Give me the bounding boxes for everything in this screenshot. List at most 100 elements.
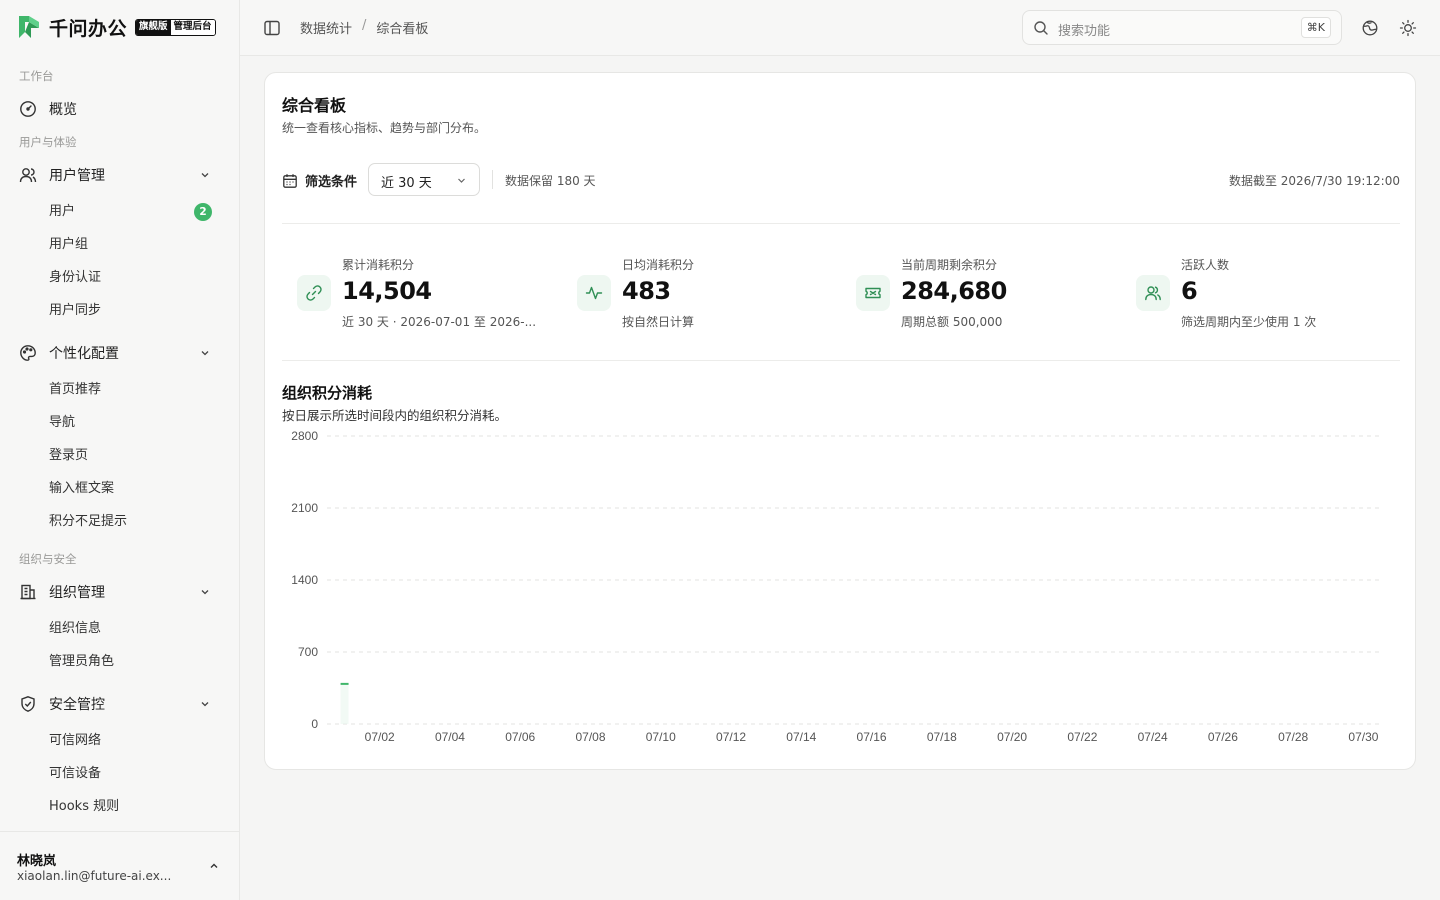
chevron-down-icon: [201, 173, 209, 178]
sidebar-item-user-sync[interactable]: 用户同步: [49, 301, 101, 321]
sidebar-item-label: 概览: [49, 102, 77, 118]
stat-icon-box: [577, 275, 611, 311]
edition-badge: 旗舰版 管理后台: [135, 18, 216, 36]
link-icon: [306, 285, 322, 301]
sidebar-item-credit-warning[interactable]: 积分不足提示: [49, 512, 127, 532]
y-tick-label: 0: [311, 717, 318, 731]
chart-bar: [340, 683, 349, 724]
x-tick-label: 07/22: [1067, 730, 1097, 744]
x-tick-label: 07/04: [435, 730, 465, 744]
sidebar-item-overview[interactable]: 概览: [19, 97, 215, 121]
sidebar-item-trusted-network[interactable]: 可信网络: [49, 731, 101, 751]
x-tick-label: 07/20: [997, 730, 1027, 744]
chevron-down-icon: [201, 702, 209, 707]
sidebar-group-user-management[interactable]: 用户管理: [19, 163, 215, 187]
activity-icon: [585, 286, 603, 300]
sidebar-item-identity-auth[interactable]: 身份认证: [49, 268, 101, 288]
chevron-down-icon: [458, 178, 465, 183]
sidebar-group-label: 用户管理: [49, 168, 105, 184]
stat-value: 483: [622, 277, 671, 305]
stat-label: 当前周期剩余积分: [901, 258, 998, 272]
breadcrumb-item-stats[interactable]: 数据统计: [300, 18, 352, 37]
stat-value: 284,680: [901, 277, 1007, 305]
search-input[interactable]: 搜索功能 ⌘K: [1022, 10, 1342, 45]
chevron-up-icon: [210, 863, 218, 868]
breadcrumb-item-dashboard: 综合看板: [376, 22, 429, 37]
stat-note: 周期总额 500,000: [901, 315, 1003, 329]
stat-active-users: 活跃人数 6 筛选周期内至少使用 1 次: [1136, 255, 1396, 335]
page-subtitle: 统一查看核心指标、趋势与部门分布。: [282, 121, 487, 135]
search-shortcut-hint: ⌘K: [1300, 17, 1331, 38]
sidebar-item-home-recommend[interactable]: 首页推荐: [49, 380, 101, 400]
account-menu[interactable]: 林晓岚 xiaolan.lin@future-ai.ex...: [0, 831, 239, 900]
dashboard-card: 综合看板 统一查看核心指标、趋势与部门分布。 筛选条件 近 30 天 数据保留 …: [264, 72, 1416, 770]
date-range-select[interactable]: 近 30 天: [368, 163, 480, 196]
edition-badge-primary: 旗舰版: [136, 19, 171, 35]
breadcrumb-separator: /: [362, 18, 367, 33]
breadcrumb: 数据统计 / 综合看板: [300, 18, 428, 37]
stat-label: 日均消耗积分: [622, 258, 695, 272]
filter-label: 筛选条件: [282, 171, 357, 190]
sidebar-item-hooks-rules[interactable]: Hooks 规则: [49, 797, 119, 817]
sidebar-item-navigation[interactable]: 导航: [49, 413, 75, 433]
user-icon: [19, 168, 37, 183]
y-tick-label: 2800: [291, 429, 318, 443]
x-tick-label: 07/12: [716, 730, 746, 744]
divider: [492, 170, 493, 189]
section-label-org-security: 组织与安全: [19, 552, 77, 566]
stat-icon-box: [1136, 275, 1170, 311]
x-tick-label: 07/26: [1208, 730, 1238, 744]
retention-note: 数据保留 180 天: [505, 174, 596, 188]
sidebar-toggle-icon[interactable]: [263, 19, 281, 37]
divider: [282, 360, 1400, 361]
sidebar-item-login-page[interactable]: 登录页: [49, 446, 88, 466]
stat-icon-box: [856, 275, 890, 311]
search-placeholder: 搜索功能: [1058, 24, 1111, 39]
sidebar-group-personalization[interactable]: 个性化配置: [19, 341, 215, 365]
sidebar-item-admin-roles[interactable]: 管理员角色: [49, 652, 114, 672]
palette-icon: [20, 345, 36, 361]
sidebar-item-org-info[interactable]: 组织信息: [49, 619, 101, 639]
brand-name: 千问办公: [49, 17, 128, 40]
sidebar-item-input-copy[interactable]: 输入框文案: [49, 479, 114, 499]
x-tick-label: 07/18: [927, 730, 957, 744]
account-name: 林晓岚: [17, 854, 57, 869]
sidebar-item-trusted-device[interactable]: 可信设备: [49, 764, 101, 784]
sidebar-group-label: 安全管控: [49, 697, 105, 713]
filter-bar: 筛选条件 近 30 天 数据保留 180 天 数据截至 2026/7/30 19…: [282, 163, 1400, 196]
stat-value: 14,504: [342, 277, 432, 305]
x-tick-label: 07/24: [1138, 730, 1168, 744]
x-tick-label: 07/08: [575, 730, 605, 744]
globe-icon[interactable]: [1361, 19, 1379, 37]
sidebar-group-org-management[interactable]: 组织管理: [19, 580, 215, 604]
sidebar-item-users[interactable]: 用户: [49, 202, 75, 222]
stat-label: 累计消耗积分: [342, 258, 415, 272]
x-tick-label: 07/10: [646, 730, 676, 744]
sidebar-group-security[interactable]: 安全管控: [19, 692, 215, 716]
sidebar: 千问办公 旗舰版 管理后台 工作台 概览 用户与体验 用户管理 用户 2 用户组…: [0, 0, 240, 900]
stat-total-consumed: 累计消耗积分 14,504 近 30 天 · 2026-07-01 至 2026…: [297, 255, 557, 335]
building-icon: [20, 584, 36, 600]
account-email: xiaolan.lin@future-ai.ex...: [17, 869, 172, 883]
section-label-users-experience: 用户与体验: [19, 135, 77, 149]
x-tick-label: 07/28: [1278, 730, 1308, 744]
sidebar-item-user-groups[interactable]: 用户组: [49, 235, 88, 255]
date-range-value: 近 30 天: [381, 176, 432, 191]
users-icon: [1145, 286, 1161, 301]
stat-remaining-credits: 当前周期剩余积分 284,680 周期总额 500,000: [856, 255, 1116, 335]
stat-daily-average: 日均消耗积分 483 按自然日计算: [577, 255, 837, 335]
sidebar-group-label: 个性化配置: [49, 346, 119, 362]
stat-label: 活跃人数: [1181, 258, 1230, 272]
x-tick-label: 07/06: [505, 730, 535, 744]
stat-note: 按自然日计算: [622, 315, 695, 329]
calendar-icon: [283, 173, 297, 188]
y-tick-label: 2100: [291, 501, 318, 515]
section-label-workbench: 工作台: [19, 69, 54, 83]
sun-icon[interactable]: [1399, 19, 1417, 37]
y-tick-label: 1400: [291, 573, 318, 587]
brand[interactable]: 千问办公 旗舰版 管理后台: [17, 13, 216, 41]
x-tick-label: 07/02: [365, 730, 395, 744]
logo-icon: [19, 16, 39, 38]
top-header: 数据统计 / 综合看板 搜索功能 ⌘K: [240, 0, 1440, 56]
x-tick-label: 07/16: [857, 730, 887, 744]
